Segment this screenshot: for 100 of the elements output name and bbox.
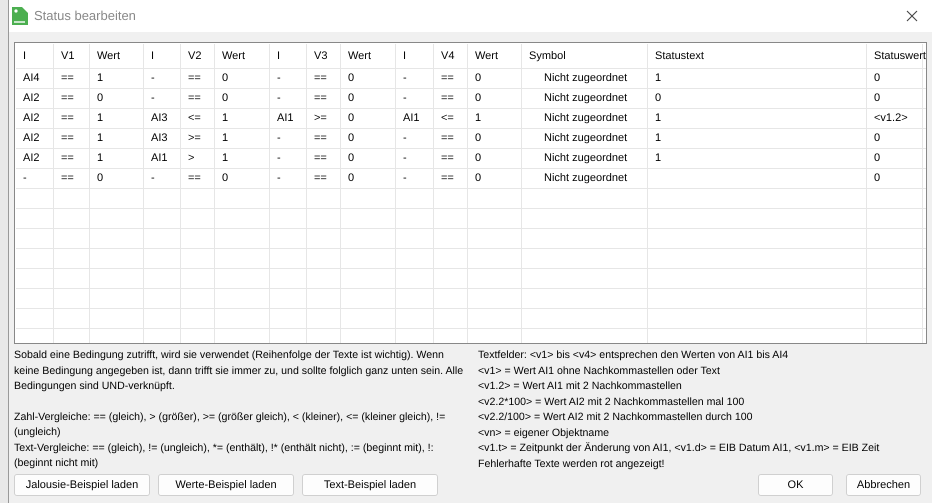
table-cell-text: == [441,91,454,106]
table-cell-text: AI3 [151,111,168,126]
table-cell-text: AI1 [403,111,420,126]
table-cell-text: 0 [97,171,104,186]
column-header: Wert [222,48,246,64]
table-cell-text: == [188,171,201,186]
table-cell-text: - [403,71,407,86]
table-cell-text: AI3 [151,131,168,146]
table-cell-text: 0 [348,71,354,86]
table-cell-text: == [314,71,327,86]
table-cell-text: 1 [655,71,662,86]
table-cell-text: 1 [222,131,228,146]
table-cell-text: 1 [97,111,104,126]
column-header: Wert [475,48,498,64]
table-cell-text: 1 [97,131,104,146]
column-header: V3 [314,48,328,64]
column-header: I [23,48,26,64]
help-text: <v1.t> = Zeitpunkt der Änderung von AI1, <v1.d> = EIB Datum AI1, <v1.m> = EIB Zeit [478,441,880,456]
help-text: <v2.2*100> = Wert AI2 mit 2 Nachkommastellen mal 100 [478,394,746,410]
table-cell-text: 0 [348,131,354,146]
column-header: Wert [348,48,372,64]
table-row[interactable]: AI2 == 1 AI3 >= 1 - == 0 - == 0 Nicht zugeordnet 1 0 [16,129,926,149]
table-cell-text: Nicht zugeordnet [544,151,628,166]
column-header: Wert [97,48,120,64]
table-row[interactable]: AI2 == 1 AI1 > 1 - == 0 - == 0 Nicht zugeordnet 1 0 [16,149,926,169]
table-cell-text: == [61,71,74,86]
app-icon [12,7,28,25]
load-example-button[interactable]: Text-Beispiel laden [302,474,438,496]
help-text: <v2.2/100> = Wert AI2 mit 2 Nachkommastellen durch 100 [478,410,754,425]
table-cell-text: - [151,91,155,106]
load-example-button[interactable]: Jalousie-Beispiel laden [14,474,150,496]
table-cell-text: == [314,151,327,166]
column-header: Symbol [529,48,566,64]
table-cell-text: == [441,171,454,186]
table-cell-text: == [188,71,201,86]
table-cell-text: 0 [874,171,880,186]
column-header: I [151,48,154,64]
table-row[interactable]: AI2 == 1 AI3 <= 1 AI1 >= 0 AI1 <= 1 Nicht zugeordnet 1 <v1.2> [16,109,926,129]
table-cell-text: AI1 [151,151,168,166]
table-cell-text: 1 [475,111,482,126]
table-cell-text: == [61,171,74,186]
table-cell-text: >= [188,131,201,146]
table-cell-text: Nicht zugeordnet [544,131,628,146]
help-text: <vn> = eigener Objektname [478,426,610,440]
table-cell-text: 0 [475,151,482,166]
cancel-button[interactable]: Abbrechen [846,474,921,496]
table-row[interactable]: - == 0 - == 0 - == 0 - == 0 Nicht zugeordnet 0 [16,169,926,189]
ok-button[interactable]: OK [758,474,833,496]
table-cell-text: 1 [97,151,104,166]
table-cell-text: == [61,151,74,166]
table-cell-text: - [403,91,407,106]
table-cell-text: AI4 [23,71,40,86]
table-cell-text: 1 [97,71,104,86]
table-row[interactable]: AI2 == 0 - == 0 - == 0 - == 0 Nicht zugeordnet 0 0 [16,89,926,109]
load-example-button[interactable]: Werte-Beispiel laden [158,474,294,496]
table-cell-text: 0 [348,91,354,106]
table-cell-text: - [277,171,281,186]
column-header: V1 [61,48,74,64]
table-cell-text: <v1.2> [874,111,908,126]
table-cell-text: == [314,91,327,106]
table-cell-text: 0 [348,111,354,126]
table-cell-text: 1 [222,151,228,166]
table-cell-text: <= [441,111,454,126]
close-icon [906,10,918,22]
table-cell-text: 1 [655,111,662,126]
window-title: Status bearbeiten [34,7,136,26]
help-text: Textfelder: <v1> bis <v4> entsprechen den Werten von AI1 bis AI4 [478,348,790,363]
help-text: Text-Vergleiche: == (gleich), != (ungleich), *= (enthält), !* (enthält nicht), := (beginnt mit), !: (beginnt nicht mit) [14,440,435,471]
column-header: Statustext [655,48,704,64]
table-cell-text: 0 [475,91,482,106]
table-cell-text: - [277,131,281,146]
table-cell-text: 0 [874,151,880,166]
table-cell-text: 0 [874,71,880,86]
table-cell-text: 0 [97,91,104,106]
table-cell-text: == [441,151,454,166]
help-text: Sobald eine Bedingung zutrifft, wird sie verwendet (Reihenfolge der Texte ist wichtig). Wenn keine Bedingung angegeben ist, dann trifft sie immer zu, und sollte folglich ganz unten sein. Alle Bedingungen sind UND-verknüpft. [14,348,464,394]
table-row[interactable]: AI4 == 1 - == 0 - == 0 - == 0 Nicht zugeordnet 1 0 [16,69,926,89]
table-cell-text: AI2 [23,111,40,126]
column-header: V2 [188,48,202,64]
table-cell-text: 0 [348,151,354,166]
table-cell-text: == [61,131,74,146]
help-text: Fehlerhafte Texte werden rot angezeigt! [478,456,666,472]
table-cell-text: > [188,151,194,166]
table-cell-text: - [277,71,281,86]
table-cell-text: == [441,71,454,86]
table-cell-text: AI1 [277,111,294,126]
column-header: I [277,48,280,64]
table-cell-text: - [23,171,27,186]
help-text: Zahl-Vergleiche: == (gleich), > (größer), >= (größer gleich), < (kleiner), <= (kleiner gleich), != (ungleich) [14,410,446,440]
table-cell-text: Nicht zugeordnet [544,71,628,86]
table-cell-text: Nicht zugeordnet [544,171,628,186]
table-cell-text: 0 [222,171,228,186]
table-cell-text: 0 [874,131,880,146]
table-cell-text: == [61,111,74,126]
table-cell-text: AI2 [23,131,40,146]
table-cell-text: - [277,151,281,166]
table-cell-text: 0 [348,171,354,186]
table-cell-text: == [441,131,454,146]
table-cell-text: >= [314,111,327,126]
table-cell-text: 0 [222,91,228,106]
